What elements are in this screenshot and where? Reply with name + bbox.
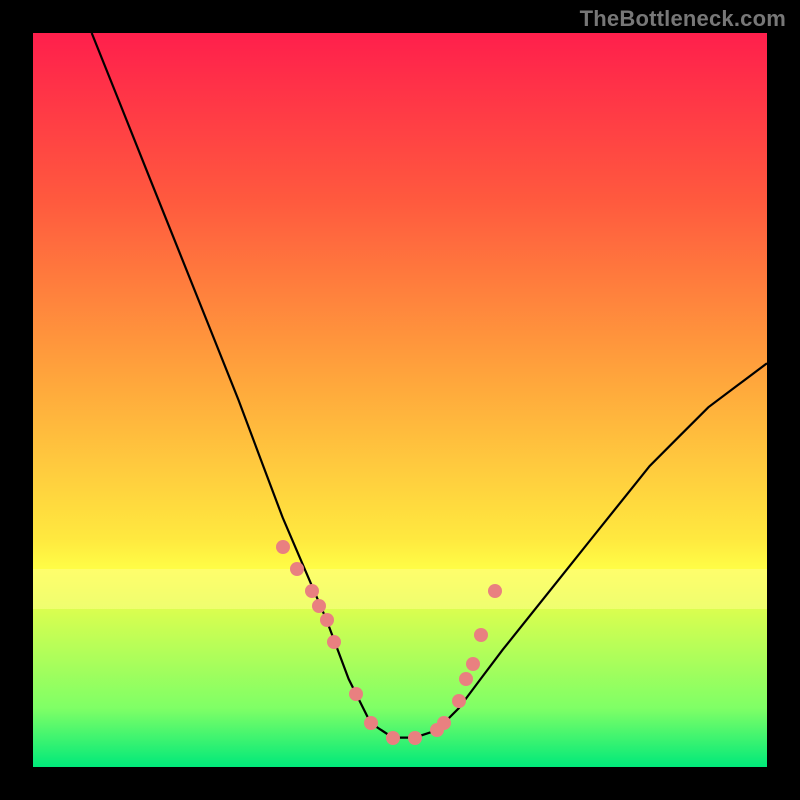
sample-dot: [276, 540, 290, 554]
sample-dot: [452, 694, 466, 708]
sample-dot: [459, 672, 473, 686]
sample-dot: [408, 731, 422, 745]
sample-dot: [320, 613, 334, 627]
sample-dot: [386, 731, 400, 745]
sample-dot: [290, 562, 304, 576]
sample-dot: [474, 628, 488, 642]
sample-dot: [312, 599, 326, 613]
sample-dot: [349, 687, 363, 701]
bottleneck-curve: [33, 33, 767, 767]
sample-dot: [364, 716, 378, 730]
sample-dot: [437, 716, 451, 730]
watermark-text: TheBottleneck.com: [580, 6, 786, 32]
sample-dot: [305, 584, 319, 598]
chart-plot-area: [33, 33, 767, 767]
